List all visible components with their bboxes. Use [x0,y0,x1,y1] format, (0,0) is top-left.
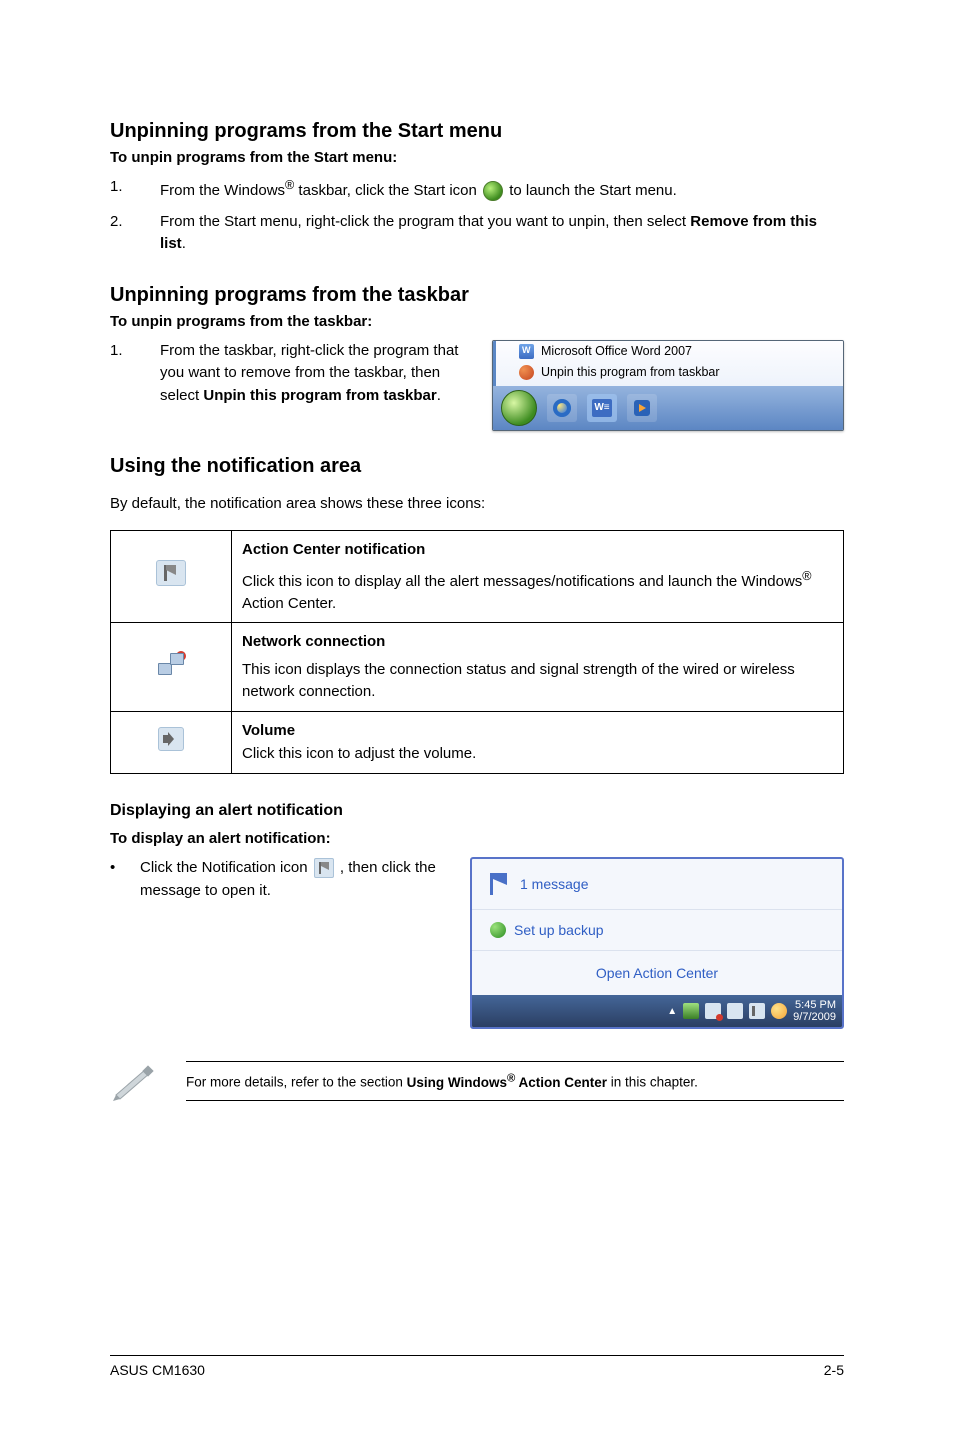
cell-title: Action Center notification [242,539,833,561]
network-icon: × [158,653,184,675]
messages-text: 1 message [520,876,588,892]
tray-time: 5:45 PM [793,999,836,1011]
note-text: For more details, refer to the section [186,1075,407,1090]
step-number: 2. [110,211,160,256]
cell-desc: Click this icon to adjust the volume. [242,745,476,762]
cell-desc: Action Center. [242,595,336,612]
heading-notif-area: Using the notification area [110,455,844,478]
tray-icon[interactable] [771,1003,787,1019]
tray-network-icon[interactable] [705,1003,721,1019]
heading-alert: Displaying an alert notification [110,802,844,820]
flag-icon [490,873,510,895]
tray-clock[interactable]: 5:45 PM 9/7/2009 [793,999,836,1023]
word-icon [519,344,534,359]
unpin-icon [519,365,534,380]
reg-mark: ® [802,569,811,583]
set-up-backup-link[interactable]: Set up backup [472,909,842,951]
taskbar-media-button[interactable] [627,394,657,422]
text: to launch the Start menu. [509,182,677,199]
heading-unpin-start: Unpinning programs from the Start menu [110,120,844,143]
footer-right: 2-5 [824,1362,844,1378]
note-text: in this chapter. [607,1075,698,1090]
jumplist-text: Unpin this program from taskbar [541,365,720,379]
tray-date: 9/7/2009 [793,1011,836,1023]
system-tray: ▲ 5:45 PM 9/7/2009 [472,995,842,1027]
taskbar-ie-button[interactable] [547,394,577,422]
tray-volume-icon[interactable] [727,1003,743,1019]
text-bold: Unpin this program from taskbar [203,387,436,404]
action-center-popup: 1 message Set up backup Open Action Cent… [470,857,844,1029]
tray-arrow-icon[interactable]: ▲ [667,1006,677,1017]
notification-icons-table: Action Center notification Click this ic… [110,530,844,774]
open-action-center-link[interactable]: Open Action Center [472,951,842,995]
subhead-unpin-taskbar: To unpin programs from the taskbar: [110,313,844,330]
cell-title: Volume [242,720,833,742]
action-center-flag-icon [156,560,186,586]
text: . [437,387,441,404]
taskbar: W≡ [493,386,843,430]
jumplist-item-unpin[interactable]: Unpin this program from taskbar [493,362,843,386]
tray-icon[interactable] [683,1003,699,1019]
jumplist-text: Microsoft Office Word 2007 [541,344,692,358]
taskbar-word-button[interactable]: W≡ [587,394,617,422]
open-text: Open Action Center [596,965,718,981]
footer-left: ASUS CM1630 [110,1362,205,1378]
cell-desc: This icon displays the connection status… [242,661,795,700]
text: . [182,235,186,252]
notification-flag-icon [314,858,334,878]
volume-icon [158,727,184,751]
cell-title: Network connection [242,631,833,653]
note-bold: Using Windows [407,1075,507,1090]
subhead-alert: To display an alert notification: [110,830,844,847]
jumplist-item[interactable]: Microsoft Office Word 2007 [493,341,843,362]
table-row: Action Center notification Click this ic… [111,531,844,623]
text: From the Start menu, right-click the pro… [160,213,690,230]
step-number: 1. [110,340,160,408]
cell-desc: Click this icon to display all the alert… [242,573,802,590]
messages-row[interactable]: 1 message [472,859,842,909]
start-button[interactable] [501,390,537,426]
table-row: Volume Click this icon to adjust the vol… [111,711,844,774]
heading-unpin-taskbar: Unpinning programs from the taskbar [110,284,844,307]
jumplist-screenshot: Microsoft Office Word 2007 Unpin this pr… [492,340,844,431]
reg-mark: ® [285,178,294,192]
tray-flag-icon[interactable] [749,1003,765,1019]
table-row: × Network connection This icon displays … [111,623,844,711]
step-number: 1. [110,176,160,203]
text: taskbar, click the Start icon [294,182,481,199]
bullet: • [110,857,140,902]
text: By default, the notification area shows … [110,493,844,516]
setup-text: Set up backup [514,922,604,938]
text: Click the Notification icon [140,859,312,876]
note-bold: Action Center [515,1075,607,1090]
subhead-unpin-start: To unpin programs from the Start menu: [110,149,844,166]
text: From the Windows [160,182,285,199]
start-orb-icon [483,181,503,201]
backup-icon [490,922,506,938]
note-pencil-icon [110,1061,156,1101]
